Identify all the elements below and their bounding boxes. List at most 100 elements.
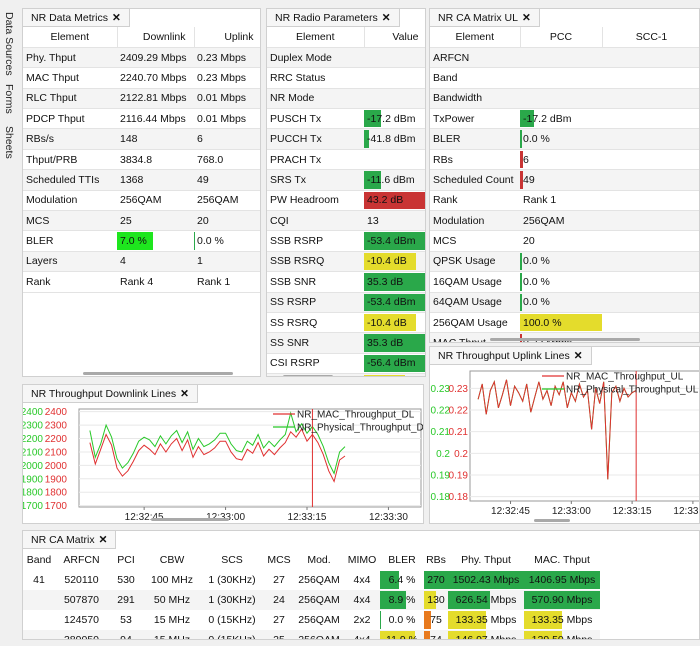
cell-text: 0.0 % bbox=[523, 275, 550, 288]
column-header[interactable]: SCC-1 bbox=[602, 27, 699, 48]
table-row-ssb-rsrq[interactable]: SSB RSRQ -10.4 dB bbox=[267, 251, 425, 273]
table-row-srs-tx[interactable]: SRS Tx -11.6 dBm bbox=[267, 169, 425, 191]
column-header-mcs[interactable]: MCS bbox=[264, 549, 294, 570]
table-row-rrc-status[interactable]: RRC Status bbox=[267, 67, 425, 89]
column-header-rbs[interactable]: RBs bbox=[424, 549, 448, 570]
table-row-txpower[interactable]: TxPower -17.2 dBm bbox=[430, 108, 699, 130]
table-row-bler[interactable]: BLER 7.0 % 0.0 % bbox=[23, 230, 260, 252]
table-row-prach-tx[interactable]: PRACH Tx bbox=[267, 149, 425, 171]
close-icon[interactable]: ✕ bbox=[522, 12, 531, 24]
table-row-mac-thput[interactable]: MAC Thput 2240.70 Mbps 0.23 Mbps bbox=[23, 67, 260, 89]
table-row-pw-headroom[interactable]: PW Headroom 43.2 dB bbox=[267, 190, 425, 212]
table-row-csi-rsrp[interactable]: CSI RSRP -56.4 dBm bbox=[267, 353, 425, 375]
table-row-rbs-s[interactable]: RBs/s 148 6 bbox=[23, 128, 260, 150]
column-header-phy-thput[interactable]: Phy. Thput bbox=[448, 549, 524, 570]
table-row-phy-thput[interactable]: Phy. Thput 2409.29 Mbps 0.23 Mbps bbox=[23, 47, 260, 69]
table-row-ss-rsrq[interactable]: SS RSRQ -10.4 dB bbox=[267, 312, 425, 334]
column-header[interactable]: PCC bbox=[520, 27, 603, 48]
table-row-rbs[interactable]: RBs 6 bbox=[430, 149, 699, 171]
table-row-256qam-usage[interactable]: 256QAM Usage 100.0 % bbox=[430, 312, 699, 334]
table-row-ss-snr[interactable]: SS SNR 35.3 dB bbox=[267, 332, 425, 354]
column-header[interactable]: Value bbox=[364, 27, 425, 48]
scc-1-cell bbox=[602, 169, 699, 191]
close-icon[interactable]: ✕ bbox=[574, 350, 583, 362]
table-row-scheduled-ttis[interactable]: Scheduled TTIs 1368 49 bbox=[23, 169, 260, 191]
close-icon[interactable]: ✕ bbox=[99, 534, 108, 546]
cell-bler: 6.4 % bbox=[380, 570, 424, 590]
column-header[interactable]: Downlink bbox=[117, 27, 195, 48]
table-row-bandwidth[interactable]: Bandwidth bbox=[430, 88, 699, 110]
table-row-ss-rsrp[interactable]: SS RSRP -53.4 dBm bbox=[267, 292, 425, 313]
column-header[interactable]: Element bbox=[23, 27, 118, 48]
table-row-pucch-tx[interactable]: PUCCH Tx -41.8 dBm bbox=[267, 128, 425, 150]
table-row-mcs[interactable]: MCS 25 20 bbox=[23, 210, 260, 232]
column-header-cbw[interactable]: CBW bbox=[144, 549, 200, 570]
horizontal-scrollbar[interactable] bbox=[283, 375, 333, 376]
horizontal-scrollbar[interactable] bbox=[490, 338, 640, 341]
table-row-ssb-snr[interactable]: SSB SNR 35.3 dB bbox=[267, 271, 425, 293]
throughput-downlink-tab[interactable]: NR Throughput Downlink Lines ✕ bbox=[23, 385, 198, 403]
column-header-band[interactable]: Band bbox=[23, 549, 55, 570]
table-row-pusch-tx[interactable]: PUSCH Tx -17.2 dBm bbox=[267, 108, 425, 130]
column-header[interactable]: Uplink bbox=[194, 27, 260, 48]
table-row-cqi[interactable]: CQI 13 bbox=[267, 210, 425, 232]
table-row-scheduled-count[interactable]: Scheduled Count 49 bbox=[430, 169, 699, 191]
table-row[interactable]: 389050 94 15 MHz 0 (15KHz) 25 256QAM 4x4 11.9 %… bbox=[23, 630, 600, 639]
column-header-mod[interactable]: Mod. bbox=[294, 549, 344, 570]
side-tab-data-sources[interactable]: Data Sources bbox=[3, 12, 15, 76]
side-tab-sheets[interactable]: Sheets bbox=[3, 126, 15, 159]
horizontal-scrollbar[interactable] bbox=[534, 519, 570, 522]
y-tick-label-mac: 1700 bbox=[45, 501, 68, 512]
table-row-qpsk-usage[interactable]: QPSK Usage 0.0 % bbox=[430, 251, 699, 273]
column-header[interactable]: Element bbox=[430, 27, 521, 48]
table-row-modulation[interactable]: Modulation 256QAM bbox=[430, 210, 699, 232]
table-row[interactable]: 124570 53 15 MHz 0 (15KHz) 27 256QAM 2x2 0.0 % 7… bbox=[23, 610, 600, 630]
throughput-uplink-tab[interactable]: NR Throughput Uplink Lines ✕ bbox=[430, 347, 592, 365]
table-row-pdcp-thput[interactable]: PDCP Thput 2116.44 Mbps 0.01 Mbps bbox=[23, 108, 260, 130]
table-row-duplex-mode[interactable]: Duplex Mode bbox=[267, 47, 425, 69]
column-header[interactable]: Element bbox=[267, 27, 365, 48]
table-row-rank[interactable]: Rank Rank 1 bbox=[430, 190, 699, 212]
close-icon[interactable]: ✕ bbox=[112, 12, 121, 24]
cell-text: 8.9 % bbox=[388, 594, 416, 606]
cell-text: RRC Status bbox=[270, 71, 326, 84]
table-row-bler[interactable]: BLER 0.0 % bbox=[430, 128, 699, 150]
ca-matrix-ul-tab[interactable]: NR CA Matrix UL ✕ bbox=[430, 9, 540, 27]
table-row-arfcn[interactable]: ARFCN bbox=[430, 47, 699, 69]
table-row[interactable]: 41 520110 530 100 MHz 1 (30KHz) 27 256QAM 4x4 6.… bbox=[23, 570, 600, 590]
cell-text: 0.0 % bbox=[523, 255, 550, 268]
horizontal-scrollbar[interactable] bbox=[151, 518, 229, 521]
column-header-pci[interactable]: PCI bbox=[108, 549, 144, 570]
table-row-layers[interactable]: Layers 4 1 bbox=[23, 251, 260, 273]
side-tab-forms[interactable]: Forms bbox=[3, 84, 15, 114]
close-icon[interactable]: ✕ bbox=[382, 12, 391, 24]
cell-text: Rank bbox=[26, 275, 51, 288]
table-row-rlc-thput[interactable]: RLC Thput 2122.81 Mbps 0.01 Mbps bbox=[23, 88, 260, 110]
table-row-64qam-usage[interactable]: 64QAM Usage 0.0 % bbox=[430, 292, 699, 313]
column-header-scs[interactable]: SCS bbox=[200, 549, 264, 570]
column-header-bler[interactable]: BLER bbox=[380, 549, 424, 570]
throughput-downlink-panel: NR Throughput Downlink Lines✕ 1700170018… bbox=[22, 384, 424, 524]
radio-parameters-tab[interactable]: NR Radio Parameters ✕ bbox=[267, 9, 400, 27]
table-row[interactable]: 507870 291 50 MHz 1 (30KHz) 24 256QAM 4x4 8.9 %… bbox=[23, 590, 600, 610]
table-row-mcs[interactable]: MCS 20 bbox=[430, 230, 699, 252]
data-metrics-tab[interactable]: NR Data Metrics ✕ bbox=[23, 9, 130, 27]
table-row-modulation[interactable]: Modulation 256QAM 256QAM bbox=[23, 190, 260, 212]
close-icon[interactable]: ✕ bbox=[180, 388, 189, 400]
y-tick-label-physical: 2200 bbox=[23, 434, 43, 445]
table-row-ssb-rsrp[interactable]: SSB RSRP -53.4 dBm bbox=[267, 230, 425, 252]
table-row-16qam-usage[interactable]: 16QAM Usage 0.0 % bbox=[430, 271, 699, 293]
horizontal-scrollbar[interactable] bbox=[83, 372, 233, 375]
downlink-cell: 2116.44 Mbps bbox=[117, 108, 194, 130]
table-row-rank[interactable]: Rank Rank 4 Rank 1 bbox=[23, 271, 260, 293]
table-row-band[interactable]: Band bbox=[430, 67, 699, 89]
column-header-mimo[interactable]: MIMO bbox=[344, 549, 380, 570]
cell-text: 35.3 dB bbox=[367, 337, 404, 350]
ca-matrix-tab[interactable]: NR CA Matrix ✕ bbox=[23, 531, 117, 549]
column-header-arfcn[interactable]: ARFCN bbox=[55, 549, 108, 570]
column-header-mac-thput[interactable]: MAC. Thput bbox=[524, 549, 600, 570]
downlink-cell: 4 bbox=[117, 251, 194, 273]
table-row-thput-prb[interactable]: Thput/PRB 3834.8 768.0 bbox=[23, 149, 260, 171]
table-row-nr-mode[interactable]: NR Mode bbox=[267, 88, 425, 110]
scc-1-cell bbox=[602, 292, 699, 313]
